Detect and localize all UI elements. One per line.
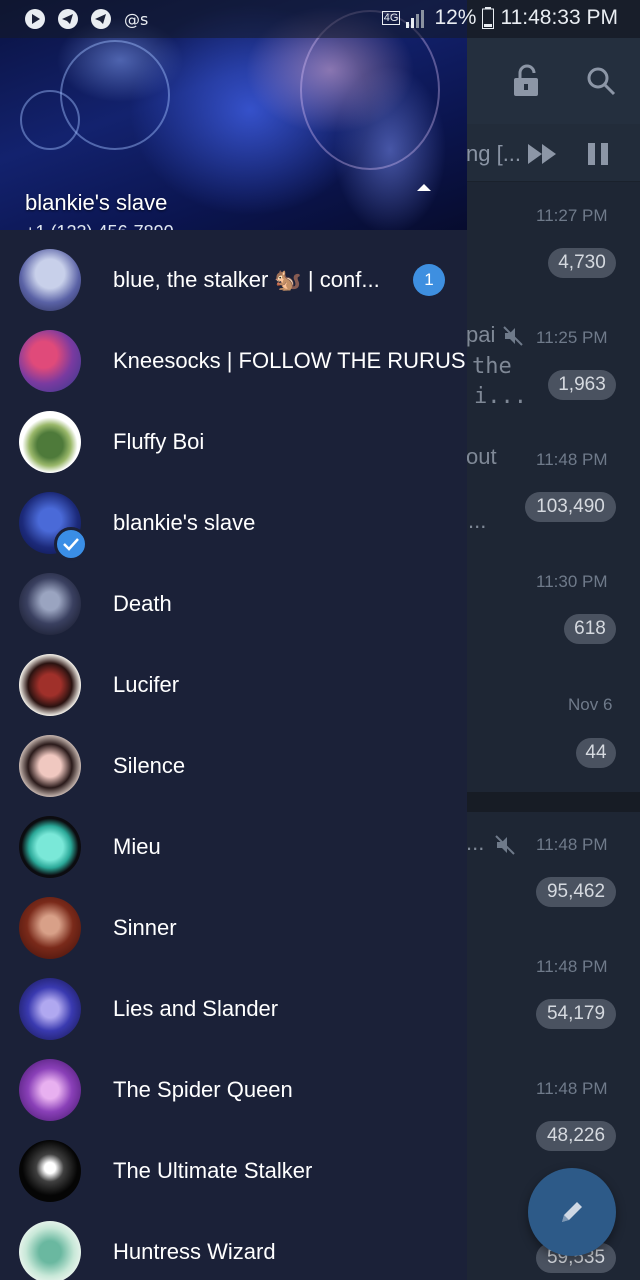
account-name: Kneesocks | FOLLOW THE RURUS	[113, 348, 466, 373]
chat-time: Nov 6	[568, 695, 613, 714]
chat-time: 11:48 PM	[536, 835, 608, 854]
unread-count-badge: 95,462	[536, 877, 616, 907]
signal-icon	[406, 10, 425, 28]
chat-preview-fragment: the	[472, 354, 512, 379]
account-name: Lies and Slander	[113, 996, 279, 1021]
battery-percent: 12%	[434, 6, 477, 29]
account-item[interactable]: blankie's slave	[0, 483, 467, 564]
unread-count-badge: 54,179	[536, 999, 616, 1029]
avatar	[19, 330, 81, 392]
active-account-check	[54, 527, 88, 561]
avatar	[19, 1059, 81, 1121]
muted-icon	[495, 835, 515, 855]
chat-time: 11:48 PM	[536, 1079, 608, 1098]
player-title: ng [...	[466, 141, 522, 166]
play-icon	[25, 9, 45, 29]
chat-time: 11:30 PM	[536, 572, 608, 591]
account-item[interactable]: Lucifer	[0, 645, 467, 726]
telegram-icon	[91, 9, 111, 29]
account-item[interactable]: blue, the stalker 🐿️ | conf... 1	[0, 240, 467, 321]
avatar	[19, 654, 81, 716]
pencil-icon	[562, 1202, 582, 1222]
account-toggle-arrow-icon[interactable]	[417, 184, 431, 191]
unread-count-badge: 1,963	[548, 370, 616, 400]
account-name: Huntress Wizard	[113, 1239, 276, 1264]
account-item[interactable]: Fluffy Boi	[0, 402, 467, 483]
muted-icon	[503, 326, 523, 346]
status-bar: @s 4G 12% 11:48:33 PM	[0, 0, 640, 38]
unread-count-badge: 4,730	[548, 248, 616, 278]
account-item[interactable]: Kneesocks | FOLLOW THE RURUS	[0, 321, 467, 402]
search-icon[interactable]	[586, 66, 616, 96]
unread-count-badge: 103,490	[525, 492, 616, 522]
status-right: 4G 12% 11:48:33 PM	[381, 6, 618, 30]
chat-time: 11:48 PM	[536, 957, 608, 976]
account-name: Mieu	[113, 834, 161, 859]
avatar	[19, 1140, 81, 1202]
unread-badge: 1	[413, 264, 445, 296]
network-badge: 4G	[381, 11, 401, 25]
chat-time: 11:25 PM	[536, 328, 608, 347]
svg-text:@s: @s	[124, 10, 148, 29]
account-name: Silence	[113, 753, 186, 778]
current-username: blankie's slave	[25, 190, 168, 215]
fast-forward-icon[interactable]	[528, 144, 558, 164]
chat-name-fragment: out	[466, 444, 497, 469]
account-item[interactable]: Death	[0, 564, 467, 645]
account-item[interactable]: Sinner	[0, 888, 467, 969]
account-name: Death	[113, 591, 172, 616]
account-name: Lucifer	[113, 672, 180, 697]
chat-time: 11:48 PM	[536, 450, 608, 469]
account-item[interactable]: Huntress Wizard	[0, 1212, 467, 1280]
account-item[interactable]: Lies and Slander	[0, 969, 467, 1050]
chat-name-fragment: pai	[466, 322, 496, 347]
account-name: blankie's slave	[113, 510, 256, 535]
header-decoration	[20, 90, 80, 150]
account-name: Fluffy Boi	[113, 429, 205, 454]
chat-preview-fragment: ...	[468, 508, 487, 533]
chat-time: 11:27 PM	[536, 206, 608, 225]
account-name: blue, the stalker 🐿️ | conf...	[113, 267, 380, 292]
check-icon	[63, 538, 79, 551]
battery-icon	[482, 7, 495, 29]
unread-count-badge: 618	[564, 614, 616, 644]
navigation-drawer: blankie's slave +1 (123) 456-7890 blue, …	[0, 0, 467, 1280]
avatar	[19, 249, 81, 311]
avatar	[19, 816, 81, 878]
avatar	[19, 978, 81, 1040]
avatar	[19, 411, 81, 473]
avatar	[19, 1221, 81, 1280]
clock: 11:48:33 PM	[500, 6, 618, 29]
avatar	[19, 735, 81, 797]
account-name: Sinner	[113, 915, 177, 940]
avatar	[19, 897, 81, 959]
account-item[interactable]: Silence	[0, 726, 467, 807]
avatar	[19, 573, 81, 635]
account-name: The Spider Queen	[113, 1077, 293, 1102]
account-name: The Ultimate Stalker	[113, 1158, 313, 1183]
account-item[interactable]: The Spider Queen	[0, 1050, 467, 1131]
account-item[interactable]: Mieu	[0, 807, 467, 888]
account-item[interactable]: The Ultimate Stalker	[0, 1131, 467, 1212]
lock-icon[interactable]	[512, 64, 542, 98]
phone-number: +1 (123) 456-7890	[25, 222, 174, 230]
unread-count-badge: 48,226	[536, 1121, 616, 1151]
pause-icon[interactable]	[588, 143, 608, 165]
compose-button[interactable]	[528, 1168, 616, 1256]
chat-preview-fragment: i...	[474, 384, 527, 409]
telegram-icon	[58, 9, 78, 29]
unread-count-badge: 44	[576, 738, 616, 768]
chat-name-fragment: ...	[466, 830, 485, 855]
at-icon: @s	[124, 10, 148, 29]
